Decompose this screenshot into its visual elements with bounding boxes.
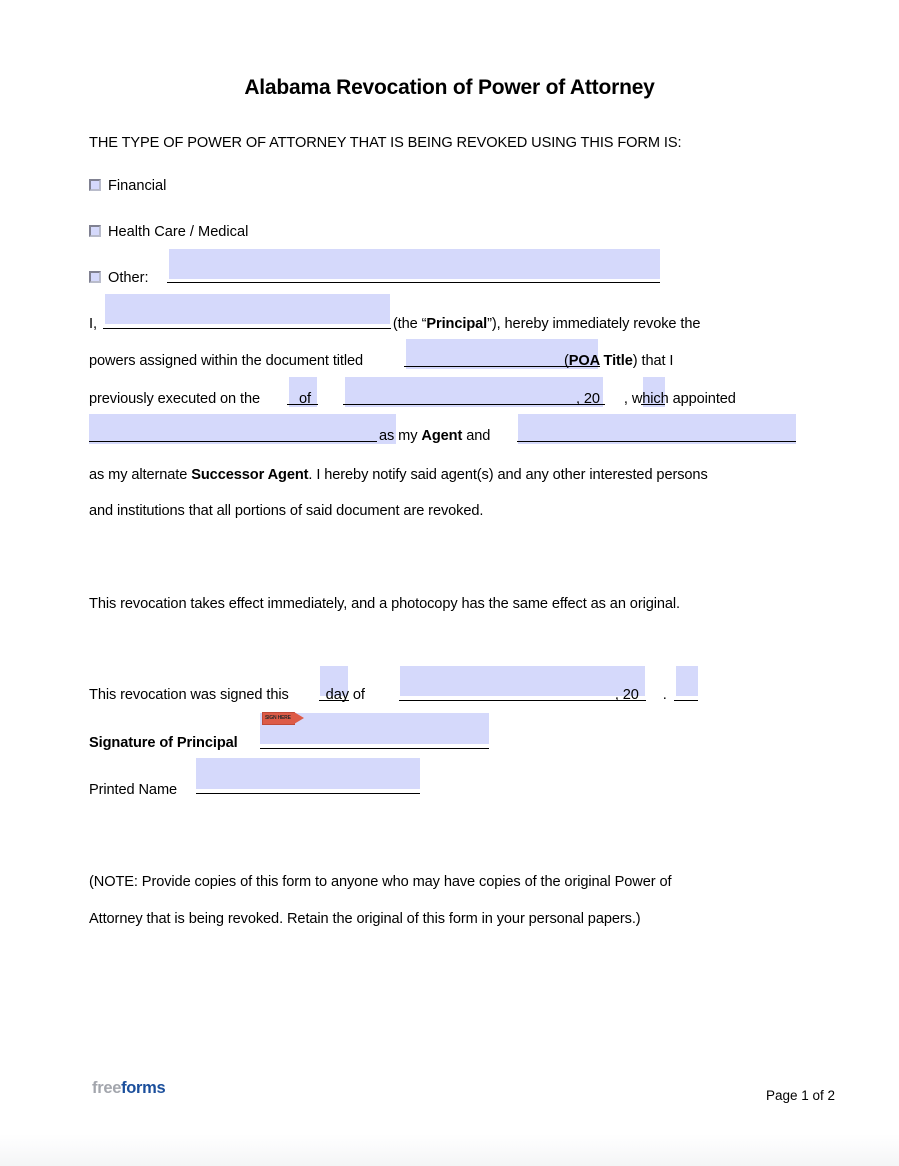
body-line-5-successor-agent: Successor Agent	[191, 467, 309, 483]
signed-date-pre: This revocation was signed this	[89, 687, 289, 703]
underline-signed-year	[674, 700, 698, 701]
body-line-4-mid-c: and	[462, 428, 491, 444]
body-line-5-a: as my alternate	[89, 467, 192, 483]
body-line-3-pre: previously executed on the	[89, 391, 261, 407]
underline-principal-name	[103, 328, 391, 329]
signed-date-period: .	[662, 687, 667, 703]
intro-heading: THE TYPE OF POWER OF ATTORNEY THAT IS BE…	[89, 135, 682, 151]
underline-poa-title	[404, 366, 600, 367]
printed-name-label: Printed Name	[89, 782, 178, 798]
body-line-5-c: . I hereby notify said agent(s) and any …	[308, 467, 708, 483]
underline-execution-year	[641, 404, 665, 405]
field-printed-name[interactable]	[196, 758, 420, 789]
page-number-label: Page 1 of 2	[765, 1088, 835, 1103]
body-line-1-principal: Principal	[426, 316, 488, 332]
body-line-1-post-a: (the “	[392, 316, 427, 332]
underline-successor-agent-name	[517, 441, 796, 442]
underline-execution-day	[287, 404, 318, 405]
checkbox-financial-icon[interactable]	[89, 179, 101, 191]
field-other-type[interactable]	[169, 249, 660, 279]
body-line-1-post-c: ”), hereby immediately revoke the	[487, 316, 701, 332]
body-line-2-post-c: ) that I	[632, 353, 674, 369]
underline-signed-month	[399, 700, 646, 701]
checkbox-health-care-medical-icon[interactable]	[89, 225, 101, 237]
checkbox-label-financial: Financial	[108, 178, 167, 194]
body-line-6: and institutions that all portions of sa…	[89, 503, 484, 519]
underline-signature-principal	[260, 748, 489, 749]
body-line-2-pre: powers assigned within the document titl…	[89, 353, 364, 369]
sign-here-tag[interactable]: SIGN HERE	[262, 712, 306, 725]
underline-other-type	[167, 282, 660, 283]
underline-agent-name	[89, 441, 377, 442]
page-title: Alabama Revocation of Power of Attorney	[244, 76, 655, 99]
checkbox-row-health-care-medical[interactable]: Health Care / Medical	[89, 224, 248, 240]
body-line-4-agent: Agent	[421, 428, 463, 444]
document-page: Alabama Revocation of Power of Attorney …	[0, 0, 899, 1134]
freeforms-logo[interactable]: freeforms	[92, 1079, 166, 1098]
checkbox-label-health-care-medical: Health Care / Medical	[108, 224, 249, 240]
effect-paragraph: This revocation takes effect immediately…	[89, 596, 681, 612]
underline-signed-day	[319, 700, 349, 701]
checkbox-other-icon[interactable]	[89, 271, 101, 283]
note-line-2: Attorney that is being revoked. Retain t…	[89, 911, 641, 927]
checkbox-row-other[interactable]: Other:	[89, 270, 149, 286]
sign-here-tag-label: SIGN HERE	[265, 714, 291, 721]
sign-here-tag-arrow-icon	[294, 712, 304, 724]
underline-execution-month	[343, 404, 605, 405]
field-successor-agent-name[interactable]	[518, 414, 796, 444]
body-line-5: as my alternate Successor Agent. I hereb…	[89, 467, 708, 483]
underline-printed-name	[196, 793, 420, 794]
checkbox-label-other: Other:	[108, 270, 149, 286]
field-signed-year[interactable]	[676, 666, 698, 696]
checkbox-row-financial[interactable]: Financial	[89, 178, 166, 194]
page-bottom-shadow	[0, 1134, 899, 1166]
note-line-1: (NOTE: Provide copies of this form to an…	[89, 874, 672, 890]
body-line-4-mid-a: as my	[379, 428, 422, 444]
logo-text-forms: forms	[121, 1079, 166, 1097]
body-line-1-pre: I,	[89, 316, 97, 332]
logo-text-free: free	[92, 1079, 122, 1097]
body-line-1: I, (the “Principal”), hereby immediately…	[89, 316, 700, 332]
signature-principal-label: Signature of Principal	[89, 735, 238, 751]
